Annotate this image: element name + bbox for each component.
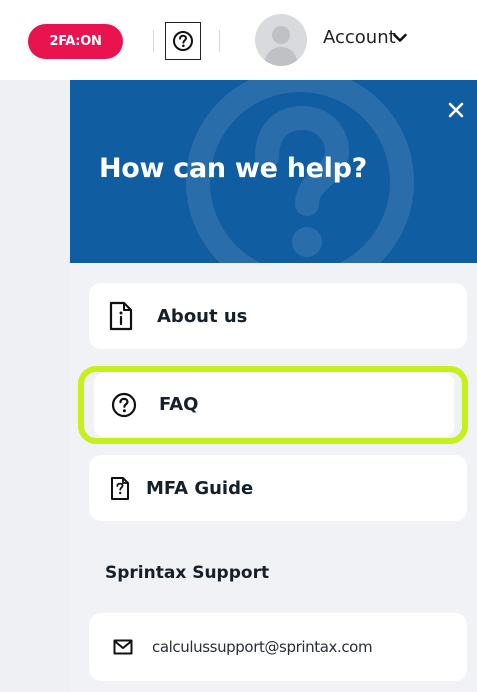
user-silhouette-icon (264, 26, 298, 66)
divider (219, 30, 220, 52)
link-label: FAQ (159, 394, 199, 415)
support-section-title: Sprintax Support (105, 563, 270, 583)
info-document-icon (109, 301, 133, 331)
question-document-icon (111, 477, 129, 500)
top-bar: 2FA:ON Account (0, 0, 477, 80)
background-page-edge (0, 80, 70, 692)
window-frame: 2FA:ON Account How can we help? About us… (0, 0, 477, 692)
link-label: About us (157, 306, 248, 327)
help-panel: How can we help? About us FAQ MFA Guide … (70, 80, 477, 692)
question-circle-icon (173, 31, 193, 51)
about-us-link[interactable]: About us (89, 283, 467, 349)
support-email-link[interactable]: calculussupport@sprintax.com (89, 613, 467, 681)
twofa-status-badge[interactable]: 2FA:ON (28, 24, 123, 59)
account-menu-label[interactable]: Account (323, 27, 396, 48)
faq-link[interactable]: FAQ (94, 373, 454, 437)
divider (153, 30, 154, 52)
link-label: MFA Guide (146, 478, 254, 499)
chevron-down-icon[interactable] (392, 31, 408, 45)
help-button[interactable] (165, 22, 201, 60)
panel-title: How can we help? (99, 153, 367, 184)
close-icon[interactable] (447, 101, 465, 119)
mfa-guide-link[interactable]: MFA Guide (89, 455, 467, 521)
avatar[interactable] (255, 14, 307, 66)
help-panel-header: How can we help? (70, 80, 477, 263)
question-circle-icon (111, 392, 137, 418)
support-email: calculussupport@sprintax.com (152, 638, 373, 656)
envelope-icon (113, 639, 133, 655)
